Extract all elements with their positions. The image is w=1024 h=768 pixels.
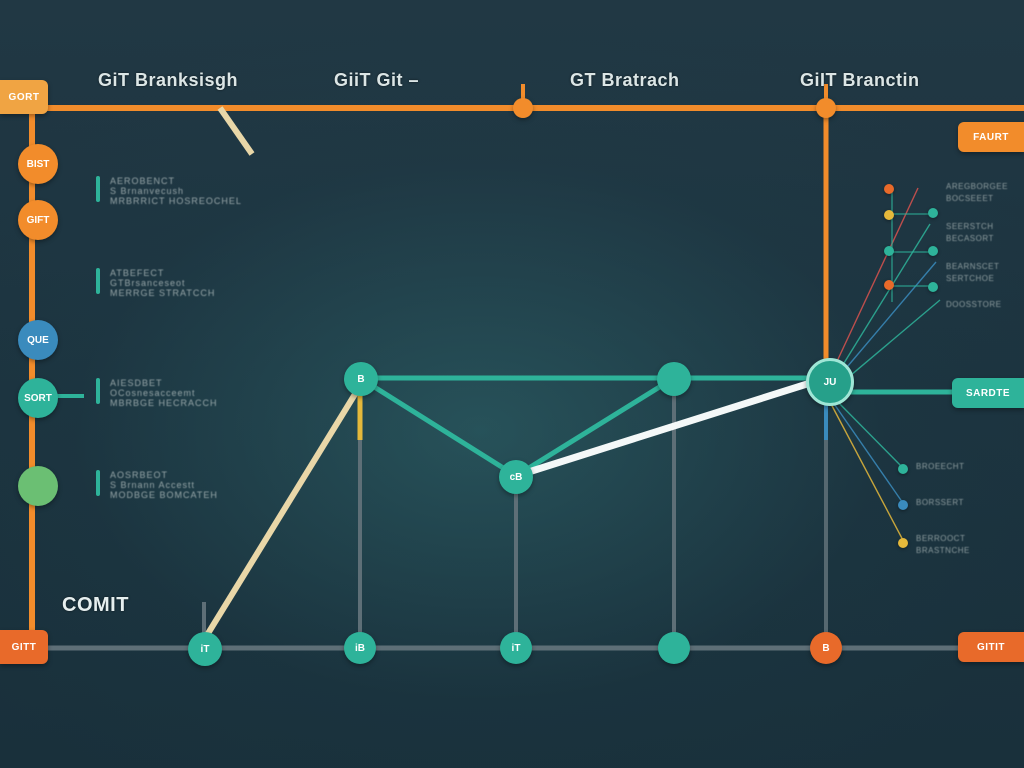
commit-hub: JU: [806, 358, 854, 406]
right-pill-2: SARDTE: [952, 378, 1024, 408]
bottom-label: COMIT: [62, 594, 129, 617]
commit-node-a: B: [344, 362, 378, 396]
side-dot-5: [18, 466, 58, 506]
mini-node: [928, 208, 938, 218]
commit-bottom-2: iT: [500, 632, 532, 664]
commit-node-b: cB: [499, 460, 533, 494]
commit-bottom-3: [658, 632, 690, 664]
mini-label: DOOSSTORE: [946, 300, 1001, 309]
header-1: GiT Branksisgh: [98, 70, 238, 91]
mini-node: [884, 184, 894, 194]
mini-label: SEERSTCH: [946, 222, 994, 231]
mini-node: [928, 246, 938, 256]
mini-label: BROEECHT: [916, 462, 964, 471]
legend-row-0: AEROBENCTS BrnanvecushMRBRRICT HOSREOCHE…: [96, 176, 242, 206]
side-pill-6: GITT: [0, 630, 48, 664]
mini-node: [898, 500, 908, 510]
side-dot-1: BIST: [18, 144, 58, 184]
commit-node-c: [657, 362, 691, 396]
header-4: GiIT Branctin: [800, 70, 920, 91]
side-pill-0: GORT: [0, 80, 48, 114]
side-dot-4: SORT: [18, 378, 58, 418]
right-pill-1: FAURT: [958, 122, 1024, 152]
commit-bottom-4: B: [810, 632, 842, 664]
legend-row-1: ATBEFECTGTBrsanceseotMERRGE STRATCCH: [96, 268, 215, 298]
side-dot-3: QUE: [18, 320, 58, 360]
mini-label: BOCSEEET: [946, 194, 994, 203]
header-node-2: [513, 98, 533, 118]
commit-bottom-1: iB: [344, 632, 376, 664]
mini-label: AREGBORGEE: [946, 182, 1008, 191]
mini-node: [928, 282, 938, 292]
mini-node: [898, 464, 908, 474]
mini-label: BEARNSCET: [946, 262, 999, 271]
side-dot-2: GIFT: [18, 200, 58, 240]
commit-bottom-0: iT: [188, 632, 222, 666]
mini-node: [898, 538, 908, 548]
mini-label: BERROOCT: [916, 534, 965, 543]
mini-node: [884, 210, 894, 220]
legend-row-2: AIESDBETOCosnesacceemtMBRBGE HECRACCH: [96, 378, 218, 408]
mini-label: BECASORT: [946, 234, 994, 243]
header-2: GiiT Git –: [334, 70, 419, 91]
mini-node: [884, 280, 894, 290]
right-pill-3: GITIT: [958, 632, 1024, 662]
header-3: GT Bratrach: [570, 70, 680, 91]
legend-row-3: AOSRBEOTS Brnann AccesttMODBGE BOMCATEH: [96, 470, 218, 500]
mini-label: BRASTNCHE: [916, 546, 970, 555]
mini-node: [884, 246, 894, 256]
mini-label: SERTCHOE: [946, 274, 994, 283]
header-node-3: [816, 98, 836, 118]
mini-label: BORSSERT: [916, 498, 964, 507]
